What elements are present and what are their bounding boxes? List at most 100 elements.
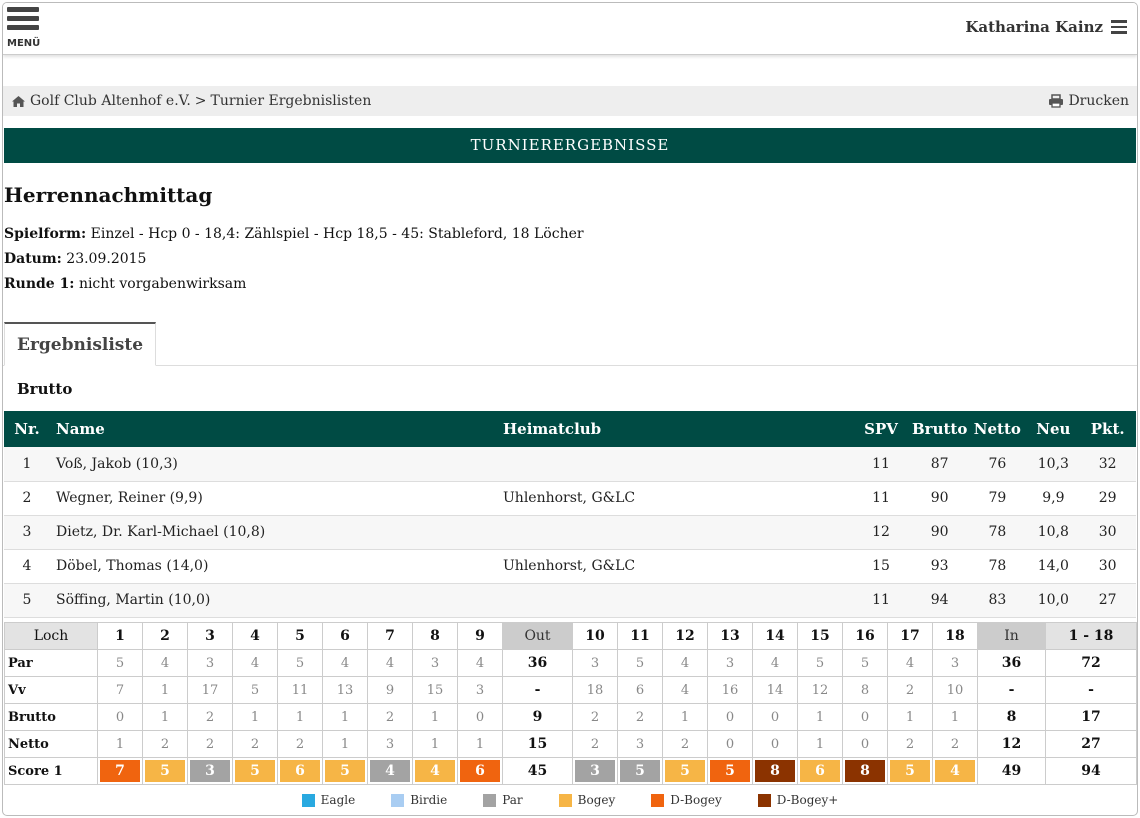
cell-neu: 9,9 [1027,481,1080,516]
score-cell: 6 [797,757,843,785]
score-cell: 8 [752,757,798,785]
score-value: 8 [755,760,795,782]
spielform-value: Einzel - Hcp 0 - 18,4: Zählspiel - Hcp 1… [90,226,584,242]
breadcrumb-club-link[interactable]: Golf Club Altenhof e.V. [30,93,191,109]
print-button[interactable]: Drucken [1048,93,1129,109]
scorecard-cell: 4 [752,649,798,677]
scorecard-cell: 11 [277,676,323,704]
results-table: Nr. Name Heimatclub SPV Brutto Netto Neu… [4,411,1136,618]
scorecard-cell: 1 [412,703,458,731]
score-value: 6 [460,760,500,782]
scorecard-row-label: Netto [4,730,98,758]
table-row[interactable]: 5 Söffing, Martin (10,0) 11 94 83 10,0 27 [4,583,1136,618]
cell-pkt: 32 [1079,447,1136,482]
tab-bar: Ergebnisliste [3,322,1137,366]
scorecard-cell: 1 [412,730,458,758]
cell-neu: 14,0 [1027,549,1080,584]
col-nr[interactable]: Nr. [4,411,50,447]
legend-swatch [558,793,572,807]
col-club[interactable]: Heimatclub [503,411,850,447]
col-brutto[interactable]: Brutto [912,411,968,447]
cell-spv: 15 [850,549,912,584]
scorecard-cell: 0 [707,730,753,758]
cell-spv: 11 [850,447,912,482]
scorecard-cell: 2 [232,730,278,758]
scorecard-cell: 0 [752,703,798,731]
cell-spv: 11 [850,583,912,618]
score-cell: 5 [232,757,278,785]
section-title: Brutto [17,380,73,398]
table-row[interactable]: 2 Wegner, Reiner (9,9) Uhlenhorst, G&LC 11 9… [4,481,1136,516]
score-value: 5 [235,760,275,782]
col-netto[interactable]: Netto [967,411,1028,447]
hole-header: 2 [142,622,188,650]
scorecard-cell: 2 [187,730,233,758]
score-cell: 3 [187,757,233,785]
scorecard-cell: 8 [977,703,1046,731]
scorecard-row-label: Brutto [4,703,98,731]
menu-button[interactable]: MENÜ [7,7,47,51]
scorecard-cell: 18 [572,676,618,704]
menu-label: MENÜ [7,38,41,49]
breadcrumb-page-link[interactable]: Turnier Ergebnislisten [211,93,372,109]
hole-header: 6 [322,622,368,650]
runde-value: nicht vorgabenwirksam [78,276,247,292]
score-value: 5 [890,760,930,782]
score-cell: 4 [932,757,978,785]
scorecard-cell: 1 [142,676,188,704]
scorecard-cell: 2 [617,703,663,731]
user-menu-icon [1111,17,1127,37]
score-cell: 6 [277,757,323,785]
score-value: 5 [325,760,365,782]
scorecard-cell: 17 [1045,703,1137,731]
scorecard-body: Loch 1 2 3 4 5 6 7 8 9 Out 10 11 12 13 14 15 16 17 18 In 1 - … [4,622,1137,785]
col-neu[interactable]: Neu [1027,411,1080,447]
scorecard-cell: 27 [1045,730,1137,758]
scorecard-row-label: Par [4,649,98,677]
user-name: Katharina Kainz [965,17,1103,36]
scorecard-cell: 4 [322,649,368,677]
scorecard-cell: 4 [367,649,413,677]
score-value: 6 [800,760,840,782]
legend-swatch [651,793,665,807]
tab-ergebnisliste[interactable]: Ergebnisliste [4,322,157,366]
cell-name: Dietz, Dr. Karl-Michael (10,8) [50,515,503,550]
table-row[interactable]: 1 Voß, Jakob (10,3) 11 87 76 10,3 32 [4,447,1136,482]
col-pkt[interactable]: Pkt. [1079,411,1136,447]
col-spv[interactable]: SPV [850,411,912,447]
cell-pkt: 30 [1079,515,1136,550]
hole-header: 10 [572,622,618,650]
scorecard-cell: 2 [932,730,978,758]
score-sum: 49 [977,757,1046,785]
cell-brutto: 87 [912,447,968,482]
cell-brutto: 90 [912,515,968,550]
hole-header: 3 [187,622,233,650]
hole-header: 8 [412,622,458,650]
score-cell: 5 [662,757,708,785]
legend-label: Par [502,793,523,807]
scorecard-cell: 1 [322,730,368,758]
table-row[interactable]: 4 Döbel, Thomas (14,0) Uhlenhorst, G&LC 15 9… [4,549,1136,584]
scorecard-cell: 5 [797,649,843,677]
legend-item-par: Par [483,793,523,807]
scorecard-cell: 0 [97,703,143,731]
runde-label: Runde 1: [4,276,75,292]
scorecard-cell: 4 [457,649,503,677]
scorecard-cell: 1 [932,703,978,731]
score-value: 5 [620,760,660,782]
tournament-runde: Runde 1: nicht vorgabenwirksam [4,276,246,292]
scorecard-cell: 8 [842,676,888,704]
col-name[interactable]: Name [50,411,503,447]
breadcrumb-separator: > [194,93,207,109]
scorecard-cell: 3 [617,730,663,758]
table-row[interactable]: 3 Dietz, Dr. Karl-Michael (10,8) 12 90 78 10,… [4,515,1136,550]
scorecard-cell: 3 [707,649,753,677]
user-menu[interactable]: Katharina Kainz [965,17,1127,37]
scorecard-cell: 36 [977,649,1046,677]
hole-header: 5 [277,622,323,650]
top-bar: MENÜ Katharina Kainz [3,3,1137,55]
hole-header: 7 [367,622,413,650]
legend-item-birdie: Birdie [391,793,447,807]
hole-header: 4 [232,622,278,650]
scorecard-cell: 12 [797,676,843,704]
